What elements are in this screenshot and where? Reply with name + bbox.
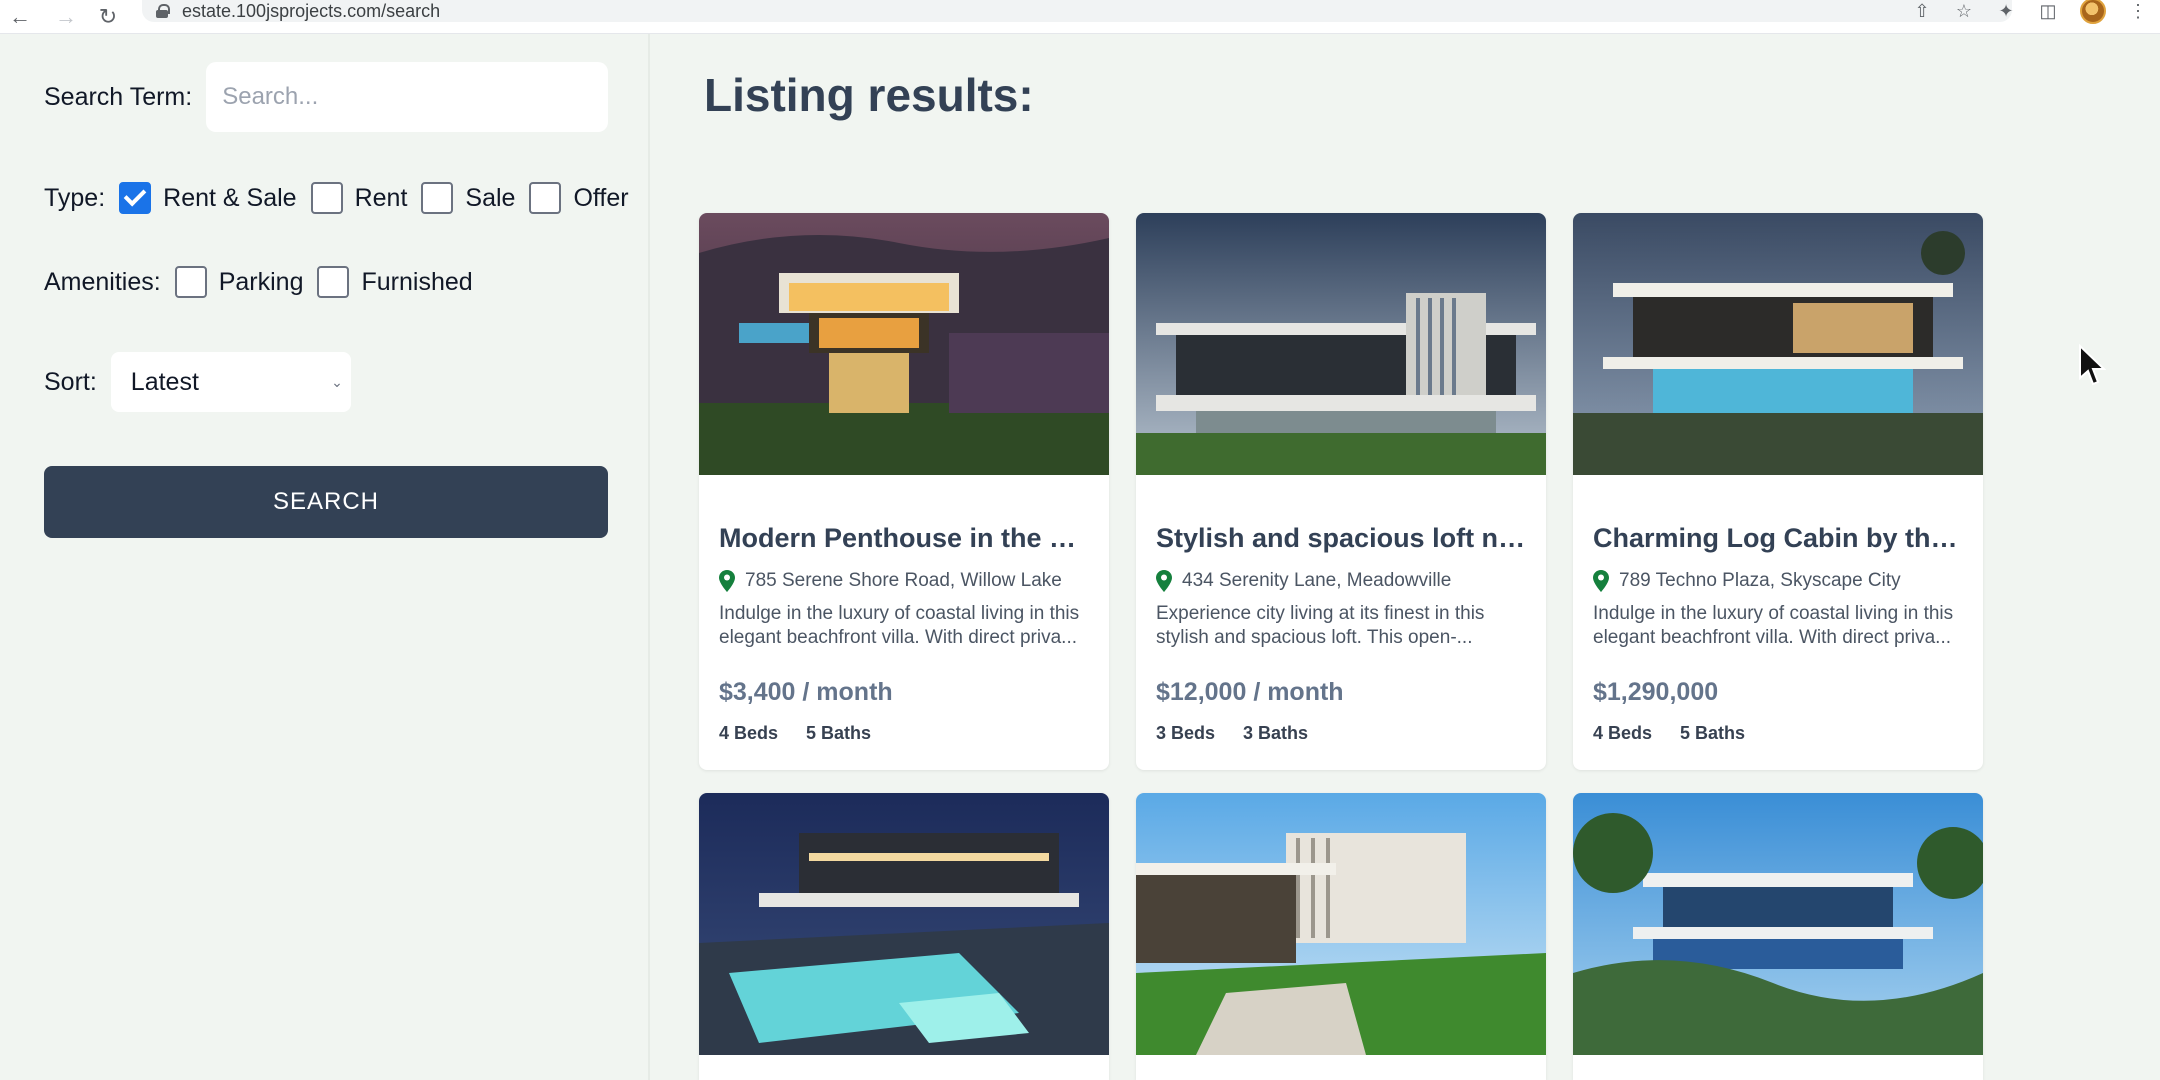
address-bar[interactable]: estate.100jsprojects.com/search: [142, 0, 2012, 22]
forward-icon[interactable]: →: [46, 0, 86, 34]
profile-avatar[interactable]: [2080, 0, 2106, 24]
parking-label: Parking: [218, 267, 304, 296]
type-label: Type:: [44, 183, 106, 212]
listing-image: [1136, 213, 1546, 475]
listing-card[interactable]: [1136, 793, 1546, 1080]
side-panel-icon[interactable]: ◫: [2038, 1, 2058, 22]
mouse-cursor-icon: [2079, 344, 2106, 386]
type-offer-label: Offer: [573, 183, 629, 212]
listing-description: Indulge in the luxury of coastal living …: [1593, 603, 1954, 648]
extensions-icon[interactable]: ✦: [1996, 1, 2016, 22]
amenities-row: Amenities: Parking Furnished: [44, 266, 487, 298]
amenities-label: Amenities:: [44, 267, 161, 296]
location-pin-icon: [1593, 570, 1609, 592]
listing-beds: 3 Beds: [1156, 723, 1216, 743]
share-icon[interactable]: ⇧: [1912, 1, 1932, 22]
page-title: Listing results:: [704, 69, 1034, 121]
parking-checkbox[interactable]: [174, 266, 207, 298]
listing-title: Stylish and spacious loft ne...: [1156, 523, 1526, 553]
listing-address: 785 Serene Shore Road, Willow Lake: [719, 570, 1089, 592]
listing-baths: 5 Baths: [806, 723, 872, 743]
listing-beds: 4 Beds: [1593, 723, 1653, 743]
location-pin-icon: [719, 570, 735, 592]
listing-card[interactable]: Charming Log Cabin by the ... 789 Techno…: [1573, 213, 1983, 770]
reload-icon[interactable]: ↻: [88, 0, 128, 34]
listing-image: [1573, 793, 1983, 1055]
type-sale-label: Sale: [465, 183, 516, 212]
listing-card[interactable]: [699, 793, 1109, 1080]
listing-title: Modern Penthouse in the Cl...: [719, 523, 1089, 553]
lock-icon: [156, 4, 170, 18]
type-rent-checkbox[interactable]: [310, 182, 343, 214]
listing-baths: 3 Baths: [1243, 723, 1309, 743]
listing-image: [1136, 793, 1546, 1055]
sort-select[interactable]: Latest ⌄: [110, 352, 351, 412]
location-pin-icon: [1156, 570, 1172, 592]
search-term-row: Search Term:: [44, 62, 609, 132]
url-text: estate.100jsprojects.com/search: [182, 0, 441, 21]
listing-address-text: 785 Serene Shore Road, Willow Lake: [745, 570, 1062, 591]
listing-image: [699, 793, 1109, 1055]
type-row: Type: Rent & Sale Rent Sale Offer: [44, 182, 643, 214]
type-sale-checkbox[interactable]: [421, 182, 454, 214]
type-rent-sale-checkbox[interactable]: [119, 182, 152, 214]
bookmark-star-icon[interactable]: ☆: [1954, 1, 1974, 22]
sort-label: Sort:: [44, 367, 97, 396]
search-term-label: Search Term:: [44, 82, 193, 111]
listing-address-text: 789 Techno Plaza, Skyscape City: [1619, 570, 1901, 591]
type-rent-label: Rent: [354, 183, 408, 212]
chevron-down-icon: ⌄: [331, 373, 343, 390]
back-icon[interactable]: ←: [0, 0, 40, 34]
listing-card[interactable]: Stylish and spacious loft ne... 434 Sere…: [1136, 213, 1546, 770]
listing-description: Experience city living at its finest in …: [1156, 603, 1485, 648]
listing-image: [699, 213, 1109, 475]
browser-actions: ⇧ ☆ ✦ ◫ ⋮: [1912, 0, 2148, 24]
listing-price: $3,400 / month: [719, 678, 893, 706]
listing-meta: 3 Beds 3 Baths: [1156, 723, 1526, 770]
sort-row: Sort: Latest ⌄: [44, 352, 351, 412]
listing-meta: 4 Beds 5 Baths: [719, 723, 1089, 770]
search-button[interactable]: SEARCH: [44, 466, 608, 538]
listing-card[interactable]: Modern Penthouse in the Cl... 785 Serene…: [699, 213, 1109, 770]
listing-price: $12,000 / month: [1156, 678, 1344, 706]
listing-image: [1573, 213, 1983, 475]
listing-title: Charming Log Cabin by the ...: [1593, 523, 1963, 553]
listing-address-text: 434 Serenity Lane, Meadowville: [1182, 570, 1452, 591]
filter-sidebar: Search Term: Type: Rent & Sale Rent Sale…: [0, 34, 650, 1080]
listing-price: $1,290,000: [1593, 678, 1719, 706]
type-rent-sale-label: Rent & Sale: [163, 183, 297, 212]
furnished-label: Furnished: [361, 267, 473, 296]
browser-toolbar: ← → ↻ estate.100jsprojects.com/search ⇧ …: [0, 0, 2160, 34]
listing-beds: 4 Beds: [719, 723, 779, 743]
listing-card[interactable]: [1573, 793, 1983, 1080]
listing-address: 434 Serenity Lane, Meadowville: [1156, 570, 1526, 592]
listing-baths: 5 Baths: [1680, 723, 1746, 743]
listing-description: Indulge in the luxury of coastal living …: [719, 603, 1080, 648]
type-offer-checkbox[interactable]: [529, 182, 562, 214]
search-input[interactable]: [206, 62, 609, 132]
furnished-checkbox[interactable]: [317, 266, 350, 298]
menu-kebab-icon[interactable]: ⋮: [2128, 1, 2148, 22]
listing-address: 789 Techno Plaza, Skyscape City: [1593, 570, 1963, 592]
sort-selected-value: Latest: [130, 367, 199, 396]
listing-meta: 4 Beds 5 Baths: [1593, 723, 1963, 770]
